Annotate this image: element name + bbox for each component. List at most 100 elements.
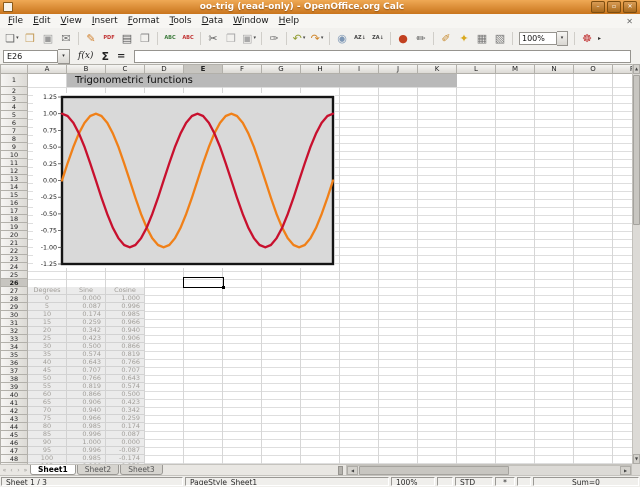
row-header-37[interactable]: 37: [0, 367, 28, 375]
row-header-48[interactable]: 48: [0, 455, 28, 463]
row-header-38[interactable]: 38: [0, 375, 28, 383]
maximize-button[interactable]: ▫: [607, 1, 621, 13]
auto-spellcheck-icon[interactable]: ABC: [180, 30, 196, 47]
column-header-K[interactable]: K: [418, 64, 457, 74]
data-sources-icon[interactable]: ▧: [492, 30, 508, 47]
row-header-46[interactable]: 46: [0, 439, 28, 447]
row-header-8[interactable]: 8: [0, 135, 28, 143]
tab-sheet3[interactable]: Sheet3: [120, 465, 162, 475]
tab-nav-next-icon[interactable]: ›: [15, 466, 22, 475]
titlebar[interactable]: oo-trig (read-only) - OpenOffice.org Cal…: [0, 0, 640, 15]
vertical-scroll-thumb[interactable]: [633, 75, 640, 225]
column-header-D[interactable]: D: [145, 64, 184, 74]
close-document-icon[interactable]: ✕: [626, 15, 633, 28]
column-header-B[interactable]: B: [67, 64, 106, 74]
tab-nav-last-icon[interactable]: »: [22, 466, 29, 475]
edit-file-icon[interactable]: ✎: [83, 30, 99, 47]
row-header-21[interactable]: 21: [0, 239, 28, 247]
copy-icon[interactable]: ❐: [223, 30, 239, 47]
undo-icon[interactable]: ↶▾: [291, 30, 307, 47]
row-header-26[interactable]: 26: [0, 279, 28, 287]
row-header-23[interactable]: 23: [0, 255, 28, 263]
row-header-16[interactable]: 16: [0, 199, 28, 207]
name-box[interactable]: E26: [3, 50, 58, 63]
vertical-scrollbar[interactable]: ▲ ▼: [632, 64, 640, 464]
paste-icon[interactable]: ▣▾: [241, 30, 257, 47]
redo-icon[interactable]: ↷▾: [309, 30, 325, 47]
column-header-L[interactable]: L: [457, 64, 496, 74]
status-page-style[interactable]: PageStyle_Sheet1: [185, 477, 389, 486]
column-header-A[interactable]: A: [28, 64, 67, 74]
row-header-2[interactable]: 2: [0, 87, 28, 95]
toolbar-overflow-icon[interactable]: ▸: [598, 35, 601, 42]
column-header-E[interactable]: E: [184, 64, 223, 74]
row-header-4[interactable]: 4: [0, 103, 28, 111]
row-header-47[interactable]: 47: [0, 447, 28, 455]
menu-format[interactable]: Format: [123, 15, 165, 28]
row-header-27[interactable]: 27: [0, 287, 28, 295]
row-header-15[interactable]: 15: [0, 191, 28, 199]
row-header-9[interactable]: 9: [0, 143, 28, 151]
tab-sheet2[interactable]: Sheet2: [77, 465, 119, 475]
column-header-N[interactable]: N: [535, 64, 574, 74]
export-pdf-icon[interactable]: PDF: [101, 30, 117, 47]
row-header-19[interactable]: 19: [0, 223, 28, 231]
menu-file[interactable]: File: [3, 15, 28, 28]
row-header-33[interactable]: 33: [0, 335, 28, 343]
trig-chart-object[interactable]: 1.251.000.750.500.250.00-0.25-0.50-0.75-…: [33, 93, 335, 268]
tab-sheet1[interactable]: Sheet1: [30, 465, 76, 475]
row-header-35[interactable]: 35: [0, 351, 28, 359]
navigator-icon[interactable]: ✦: [456, 30, 472, 47]
row-header-13[interactable]: 13: [0, 175, 28, 183]
status-selection-mode[interactable]: STD: [455, 477, 493, 486]
menu-help[interactable]: Help: [274, 15, 305, 28]
row-header-31[interactable]: 31: [0, 319, 28, 327]
row-header-3[interactable]: 3: [0, 95, 28, 103]
row-header-17[interactable]: 17: [0, 207, 28, 215]
hyperlink-icon[interactable]: ◉: [334, 30, 350, 47]
sheet-grid[interactable]: Trigonometric functions 1.251.000.750.50…: [28, 74, 632, 464]
row-header-44[interactable]: 44: [0, 423, 28, 431]
zoom-dropdown-icon[interactable]: ▾: [557, 31, 568, 46]
column-header-H[interactable]: H: [301, 64, 340, 74]
status-sum[interactable]: Sum=0: [533, 477, 639, 486]
print-icon[interactable]: ▤: [119, 30, 135, 47]
help-icon[interactable]: ☸: [579, 30, 595, 47]
row-header-39[interactable]: 39: [0, 383, 28, 391]
cell-cursor-E26[interactable]: [183, 277, 224, 288]
row-header-45[interactable]: 45: [0, 431, 28, 439]
new-document-icon[interactable]: ❏▾: [4, 30, 20, 47]
row-header-10[interactable]: 10: [0, 151, 28, 159]
format-paintbrush-icon[interactable]: ✑: [266, 30, 282, 47]
row-header-6[interactable]: 6: [0, 119, 28, 127]
minimize-button[interactable]: –: [591, 1, 605, 13]
row-header-18[interactable]: 18: [0, 215, 28, 223]
cut-icon[interactable]: ✂: [205, 30, 221, 47]
menu-tools[interactable]: Tools: [164, 15, 196, 28]
scroll-right-icon[interactable]: ▶: [620, 466, 631, 475]
row-header-1[interactable]: 1: [0, 74, 28, 87]
row-header-28[interactable]: 28: [0, 295, 28, 303]
gallery-icon[interactable]: ▦: [474, 30, 490, 47]
row-header-11[interactable]: 11: [0, 159, 28, 167]
open-icon[interactable]: ❒: [22, 30, 38, 47]
row-header-34[interactable]: 34: [0, 343, 28, 351]
formula-input-line[interactable]: [134, 50, 631, 63]
row-header-32[interactable]: 32: [0, 327, 28, 335]
row-header-25[interactable]: 25: [0, 271, 28, 279]
show-draw-functions-icon[interactable]: ✏: [413, 30, 429, 47]
column-header-G[interactable]: G: [262, 64, 301, 74]
zoom-combo[interactable]: 100%▾: [519, 31, 568, 46]
function-wizard-button[interactable]: f(x): [78, 51, 93, 61]
row-header-14[interactable]: 14: [0, 183, 28, 191]
sort-descending-icon[interactable]: ZA↓: [370, 30, 386, 47]
row-header-30[interactable]: 30: [0, 311, 28, 319]
column-header-C[interactable]: C: [106, 64, 145, 74]
row-header-12[interactable]: 12: [0, 167, 28, 175]
column-header-I[interactable]: I: [340, 64, 379, 74]
row-header-36[interactable]: 36: [0, 359, 28, 367]
row-header-43[interactable]: 43: [0, 415, 28, 423]
scroll-up-icon[interactable]: ▲: [633, 64, 640, 74]
row-header-24[interactable]: 24: [0, 263, 28, 271]
sum-button[interactable]: Σ: [101, 50, 109, 63]
